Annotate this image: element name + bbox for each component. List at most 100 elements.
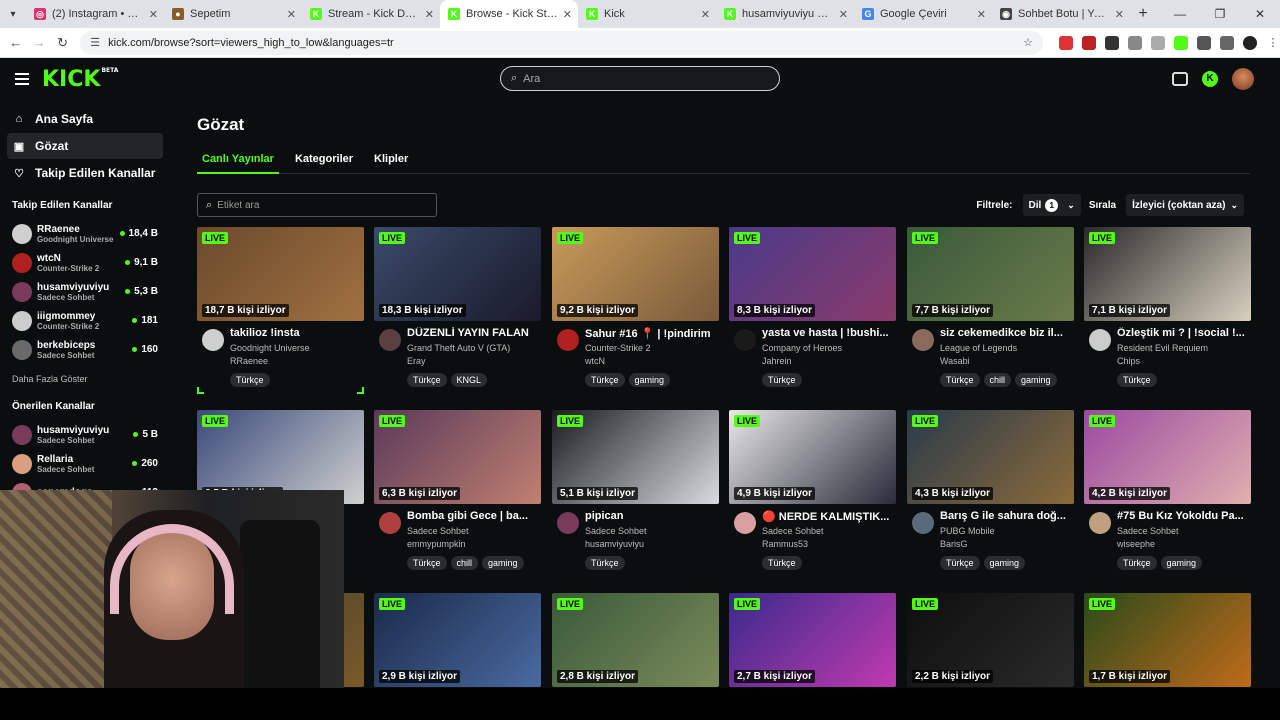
tag-search-input[interactable]: ⌕ Etiket ara: [197, 193, 437, 217]
streamer-avatar[interactable]: [912, 329, 934, 351]
menu-icon[interactable]: [15, 73, 29, 85]
tag-pill[interactable]: Türkçe: [585, 556, 625, 570]
tab-categories[interactable]: Kategoriler: [290, 152, 358, 174]
stream-card[interactable]: LIVE 7,7 B kişi izliyor siz cekemedikce bi…: [907, 227, 1074, 397]
stream-thumbnail[interactable]: LIVE 5,1 B kişi izliyor: [552, 410, 719, 504]
close-icon[interactable]: ✕: [149, 8, 158, 21]
close-window-button[interactable]: ✕: [1240, 0, 1280, 28]
streamer-name[interactable]: Jahrein: [762, 356, 792, 366]
close-icon[interactable]: ✕: [287, 8, 296, 21]
stream-card[interactable]: LIVE 18,7 B kişi izliyor takilioz !insta Go…: [197, 227, 364, 397]
sidebar-channel[interactable]: wtcN Counter-Strike 2 9,1 B: [0, 248, 170, 277]
streamer-name[interactable]: wiseephe: [1117, 539, 1155, 549]
extension-icon[interactable]: [1151, 35, 1165, 50]
kick-points-icon[interactable]: K: [1202, 71, 1218, 87]
tag-pill[interactable]: Türkçe: [762, 373, 802, 387]
streamer-name[interactable]: Rammus53: [762, 539, 808, 549]
stream-thumbnail[interactable]: LIVE 7,7 B kişi izliyor: [907, 227, 1074, 321]
browser-tab[interactable]: K Kick ✕: [578, 0, 716, 28]
streamer-name[interactable]: husamviyuviyu: [585, 539, 644, 549]
sidebar-item[interactable]: ⌂ Ana Sayfa: [7, 106, 163, 132]
forward-button[interactable]: →: [27, 35, 50, 50]
stream-card[interactable]: LIVE 9,2 B kişi izliyor Sahur #16 📍 | !pin…: [552, 227, 719, 397]
extension-icon[interactable]: [1128, 35, 1142, 50]
stream-thumbnail[interactable]: LIVE 4,3 B kişi izliyor: [907, 410, 1074, 504]
stream-card[interactable]: LIVE 2,9 B kişi izliyor: [374, 593, 541, 687]
extension-icon[interactable]: [1082, 35, 1096, 50]
tag-pill[interactable]: Türkçe: [940, 556, 980, 570]
browser-tab[interactable]: ◎ (2) Instagram • Mesajlar ✕: [26, 0, 164, 28]
streamer-name[interactable]: Chips: [1117, 356, 1140, 366]
stream-thumbnail[interactable]: LIVE 7,1 B kişi izliyor: [1084, 227, 1251, 321]
stream-title[interactable]: #75 Bu Kız Yokoldu Pa...: [1117, 510, 1249, 522]
close-icon[interactable]: ✕: [839, 8, 848, 21]
language-dropdown[interactable]: Dil 1 ⌄: [1022, 194, 1081, 216]
user-avatar[interactable]: [1232, 68, 1254, 90]
stream-category[interactable]: PUBG Mobile: [940, 526, 995, 536]
sidebar-channel[interactable]: RRaenee Goodnight Universe 18,4 B: [0, 219, 170, 248]
minimize-button[interactable]: —: [1160, 0, 1200, 28]
streamer-name[interactable]: Wasabi: [940, 356, 970, 366]
stream-title[interactable]: siz cekemedikce biz il...: [940, 327, 1072, 339]
streamer-avatar[interactable]: [1089, 329, 1111, 351]
browser-tab[interactable]: ● Sepetim ✕: [164, 0, 302, 28]
stream-card[interactable]: LIVE 4,2 B kişi izliyor #75 Bu Kız Yokoldu…: [1084, 410, 1251, 580]
tag-pill[interactable]: gaming: [1160, 556, 1203, 570]
stream-category[interactable]: Grand Theft Auto V (GTA): [407, 343, 510, 353]
stream-title[interactable]: yasta ve hasta | !bushi...: [762, 327, 894, 339]
stream-thumbnail[interactable]: LIVE 2,9 B kişi izliyor: [374, 593, 541, 687]
sidebar-channel[interactable]: husamviyuviyu Sadece Sohbet 5,3 B: [0, 277, 170, 306]
stream-thumbnail[interactable]: LIVE 8,3 B kişi izliyor: [729, 227, 896, 321]
stream-thumbnail[interactable]: LIVE 18,3 B kişi izliyor: [374, 227, 541, 321]
tab-live[interactable]: Canlı Yayınlar: [197, 152, 279, 174]
stream-card[interactable]: LIVE 8,3 B kişi izliyor yasta ve hasta | !…: [729, 227, 896, 397]
browser-tab[interactable]: Khusamviyuviyu Stream - V ✕: [716, 0, 854, 28]
streamer-avatar[interactable]: [379, 329, 401, 351]
tag-pill[interactable]: chill: [983, 373, 1012, 387]
stream-title[interactable]: takilioz !insta: [230, 327, 362, 339]
streamer-avatar[interactable]: [379, 512, 401, 534]
stream-card[interactable]: LIVE 7,1 B kişi izliyor Özleştik mi ? | !s…: [1084, 227, 1251, 397]
kick-logo[interactable]: KICKBETA: [42, 67, 118, 92]
stream-card[interactable]: LIVE 1,7 B kişi izliyor: [1084, 593, 1251, 687]
tag-pill[interactable]: KNGL: [450, 373, 488, 387]
streamer-avatar[interactable]: [1089, 512, 1111, 534]
stream-category[interactable]: Sadece Sohbet: [407, 526, 469, 536]
sidebar-channel[interactable]: Rellaria Sadece Sohbet 260: [0, 449, 170, 478]
extensions-puzzle-icon[interactable]: [1197, 35, 1211, 50]
site-info-icon[interactable]: ☰: [90, 36, 100, 49]
stream-card[interactable]: LIVE 4,3 B kişi izliyor Barış G ile sahura…: [907, 410, 1074, 580]
inbox-icon[interactable]: [1172, 72, 1188, 86]
stream-thumbnail[interactable]: LIVE 2,8 B kişi izliyor: [552, 593, 719, 687]
stream-category[interactable]: Sadece Sohbet: [1117, 526, 1179, 536]
tag-pill[interactable]: Türkçe: [1117, 373, 1157, 387]
search-input[interactable]: ⌕ Ara: [500, 66, 780, 91]
tag-pill[interactable]: chill: [450, 556, 479, 570]
streamer-avatar[interactable]: [557, 512, 579, 534]
browser-tab[interactable]: ◉ Sohbet Botu | Yayınını gü ✕: [992, 0, 1130, 28]
stream-title[interactable]: Sahur #16 📍 | !pindirim: [585, 327, 717, 340]
stream-card[interactable]: LIVE 18,3 B kişi izliyor DÜZENLİ YAYIN FAL…: [374, 227, 541, 397]
stream-title[interactable]: DÜZENLİ YAYIN FALAN: [407, 327, 539, 339]
tag-pill[interactable]: Türkçe: [407, 556, 447, 570]
bookmark-star-icon[interactable]: ☆: [1023, 36, 1033, 49]
tag-pill[interactable]: gaming: [482, 556, 524, 570]
stream-card[interactable]: LIVE 6,3 B kişi izliyor Bomba gibi Gece | …: [374, 410, 541, 580]
stream-title[interactable]: Barış G ile sahura doğ...: [940, 510, 1072, 522]
extension-icon[interactable]: [1105, 35, 1119, 50]
streamer-name[interactable]: Eray: [407, 356, 426, 366]
sidebar-item[interactable]: ▣ Gözat: [7, 133, 163, 159]
streamer-name[interactable]: wtcN: [585, 356, 605, 366]
browser-tab[interactable]: K Stream - Kick Dashboard ✕: [302, 0, 440, 28]
stream-thumbnail[interactable]: LIVE 9,2 B kişi izliyor: [552, 227, 719, 321]
stream-category[interactable]: Sadece Sohbet: [585, 526, 647, 536]
stream-title[interactable]: Bomba gibi Gece | ba...: [407, 510, 539, 522]
stream-thumbnail[interactable]: LIVE 4,9 B kişi izliyor: [729, 410, 896, 504]
close-icon[interactable]: ✕: [1115, 8, 1124, 21]
reload-button[interactable]: ↻: [51, 35, 74, 51]
browser-tab[interactable]: K Browse - Kick Streaming ✕: [440, 0, 578, 28]
close-icon[interactable]: ✕: [425, 8, 434, 21]
tab-search-button[interactable]: ▾: [0, 0, 26, 28]
stream-category[interactable]: Company of Heroes: [762, 343, 842, 353]
close-icon[interactable]: ✕: [977, 8, 986, 21]
